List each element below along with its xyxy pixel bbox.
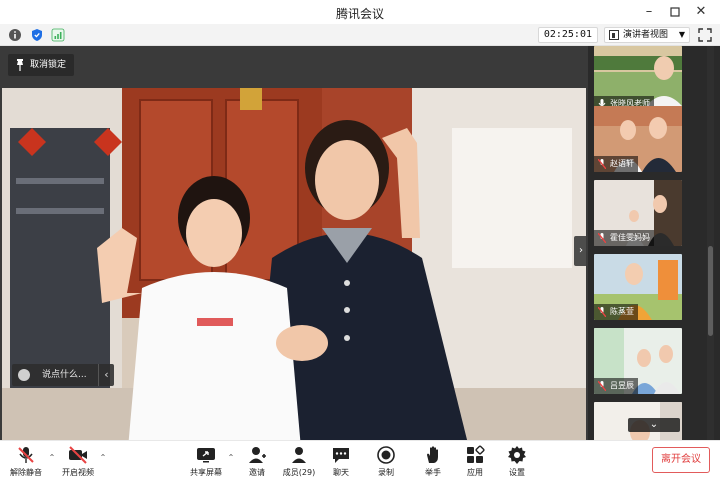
gallery-scrollbar[interactable]: [707, 46, 714, 440]
participant-label: 霍佳雯妈妈: [594, 230, 654, 246]
record-button[interactable]: 录制: [364, 445, 408, 479]
raise-hand-button[interactable]: 举手: [411, 445, 455, 479]
mic-muted-icon: [598, 233, 606, 243]
video-options-chevron-icon[interactable]: ⌃: [99, 453, 107, 463]
participant-label: 吕昱辰: [594, 378, 638, 394]
scrollbar-thumb[interactable]: [708, 246, 713, 336]
minimize-icon[interactable]: –: [638, 2, 660, 22]
chat-input[interactable]: 说点什么... ‹: [12, 364, 114, 386]
chat-placeholder: 说点什么...: [42, 370, 87, 380]
emoji-icon[interactable]: [18, 369, 30, 381]
participant-gallery: 张晓风老师 赵语轩 霍佳雯妈妈 陈蒸萱 吕昱辰 ⌄: [588, 46, 720, 440]
chat-icon: [333, 448, 349, 463]
invite-user-icon: [249, 447, 266, 463]
participant-name: 霍佳雯妈妈: [610, 233, 650, 242]
view-mode-label: 演讲者视图: [623, 30, 669, 40]
window-title: 腾讯会议: [335, 7, 384, 21]
record-icon: [377, 446, 395, 464]
info-icon[interactable]: [8, 28, 22, 42]
record-label: 录制: [378, 468, 394, 477]
mic-muted-icon: [598, 159, 606, 169]
share-screen-label: 共享屏幕: [190, 468, 222, 477]
chat-button[interactable]: 聊天: [319, 445, 363, 479]
unlock-label: 取消锁定: [30, 60, 67, 70]
members-label: 成员(29): [282, 468, 316, 477]
start-video-button[interactable]: 开启视频: [56, 445, 100, 479]
unmute-button[interactable]: 解除静音: [4, 445, 48, 479]
members-button[interactable]: 成员(29): [277, 445, 321, 479]
participant-label: 陈蒸萱: [594, 304, 638, 320]
share-options-chevron-icon[interactable]: ⌃: [227, 453, 235, 463]
unmute-label: 解除静音: [10, 468, 42, 477]
gear-icon: [508, 446, 526, 464]
mic-muted-icon: [598, 307, 606, 317]
unlock-pin-button[interactable]: 取消锁定: [8, 54, 75, 76]
participant-name: 赵语轩: [610, 159, 634, 168]
scroll-down-button[interactable]: ⌄: [628, 418, 680, 432]
meeting-info-bar: 02:25:01 演讲者视图 ▼: [0, 24, 720, 46]
members-icon: [292, 447, 306, 463]
pin-icon: [17, 59, 23, 71]
maximize-icon[interactable]: [664, 2, 686, 22]
share-screen-icon: [197, 448, 215, 463]
main-video-stage: 取消锁定 说点什么... ‹ ›: [0, 46, 588, 460]
mic-muted-icon: [598, 381, 606, 391]
chevron-down-icon: ▼: [678, 30, 685, 39]
participant-tile[interactable]: 霍佳雯妈妈: [594, 180, 682, 246]
apps-button[interactable]: 应用: [453, 445, 497, 479]
settings-button[interactable]: 设置: [495, 445, 539, 479]
audio-options-chevron-icon[interactable]: ⌃: [48, 453, 56, 463]
participant-name: 吕昱辰: [610, 381, 634, 390]
speaker-video: [2, 88, 586, 460]
apps-icon: [467, 445, 485, 463]
participant-label: 赵语轩: [594, 156, 638, 172]
speaker-view-icon: [609, 30, 619, 40]
share-screen-button[interactable]: 共享屏幕: [184, 445, 228, 479]
start-video-label: 开启视频: [62, 468, 94, 477]
title-bar: 腾讯会议 – ✕: [0, 0, 720, 24]
participant-name: 陈蒸萱: [610, 307, 634, 316]
participant-tile[interactable]: 张晓风老师: [594, 46, 682, 112]
participant-tile[interactable]: 吕昱辰: [594, 328, 682, 394]
raise-hand-label: 举手: [425, 468, 441, 477]
mic-muted-icon: [18, 447, 34, 463]
camera-off-icon: [69, 446, 87, 464]
meeting-toolbar: 解除静音 ⌃ 开启视频 ⌃ 共享屏幕 ⌃ 邀请 成员(29) 聊天 录制 举手 …: [0, 440, 720, 480]
close-icon[interactable]: ✕: [690, 2, 712, 22]
shield-icon[interactable]: [30, 28, 44, 42]
signal-icon[interactable]: [51, 28, 65, 42]
invite-label: 邀请: [249, 468, 265, 477]
invite-button[interactable]: 邀请: [235, 445, 279, 479]
hand-icon: [427, 446, 438, 463]
chevron-left-icon[interactable]: ‹: [98, 364, 114, 386]
leave-meeting-button[interactable]: 离开会议: [652, 447, 710, 473]
apps-label: 应用: [467, 468, 483, 477]
view-mode-dropdown[interactable]: 演讲者视图 ▼: [604, 27, 690, 43]
collapse-panel-button[interactable]: ›: [574, 236, 588, 266]
fullscreen-icon[interactable]: [698, 28, 712, 42]
meeting-timer: 02:25:01: [537, 27, 598, 43]
participant-tile[interactable]: 赵语轩: [594, 106, 682, 172]
chat-label: 聊天: [333, 468, 349, 477]
settings-label: 设置: [509, 468, 525, 477]
participant-tile[interactable]: 陈蒸萱: [594, 254, 682, 320]
